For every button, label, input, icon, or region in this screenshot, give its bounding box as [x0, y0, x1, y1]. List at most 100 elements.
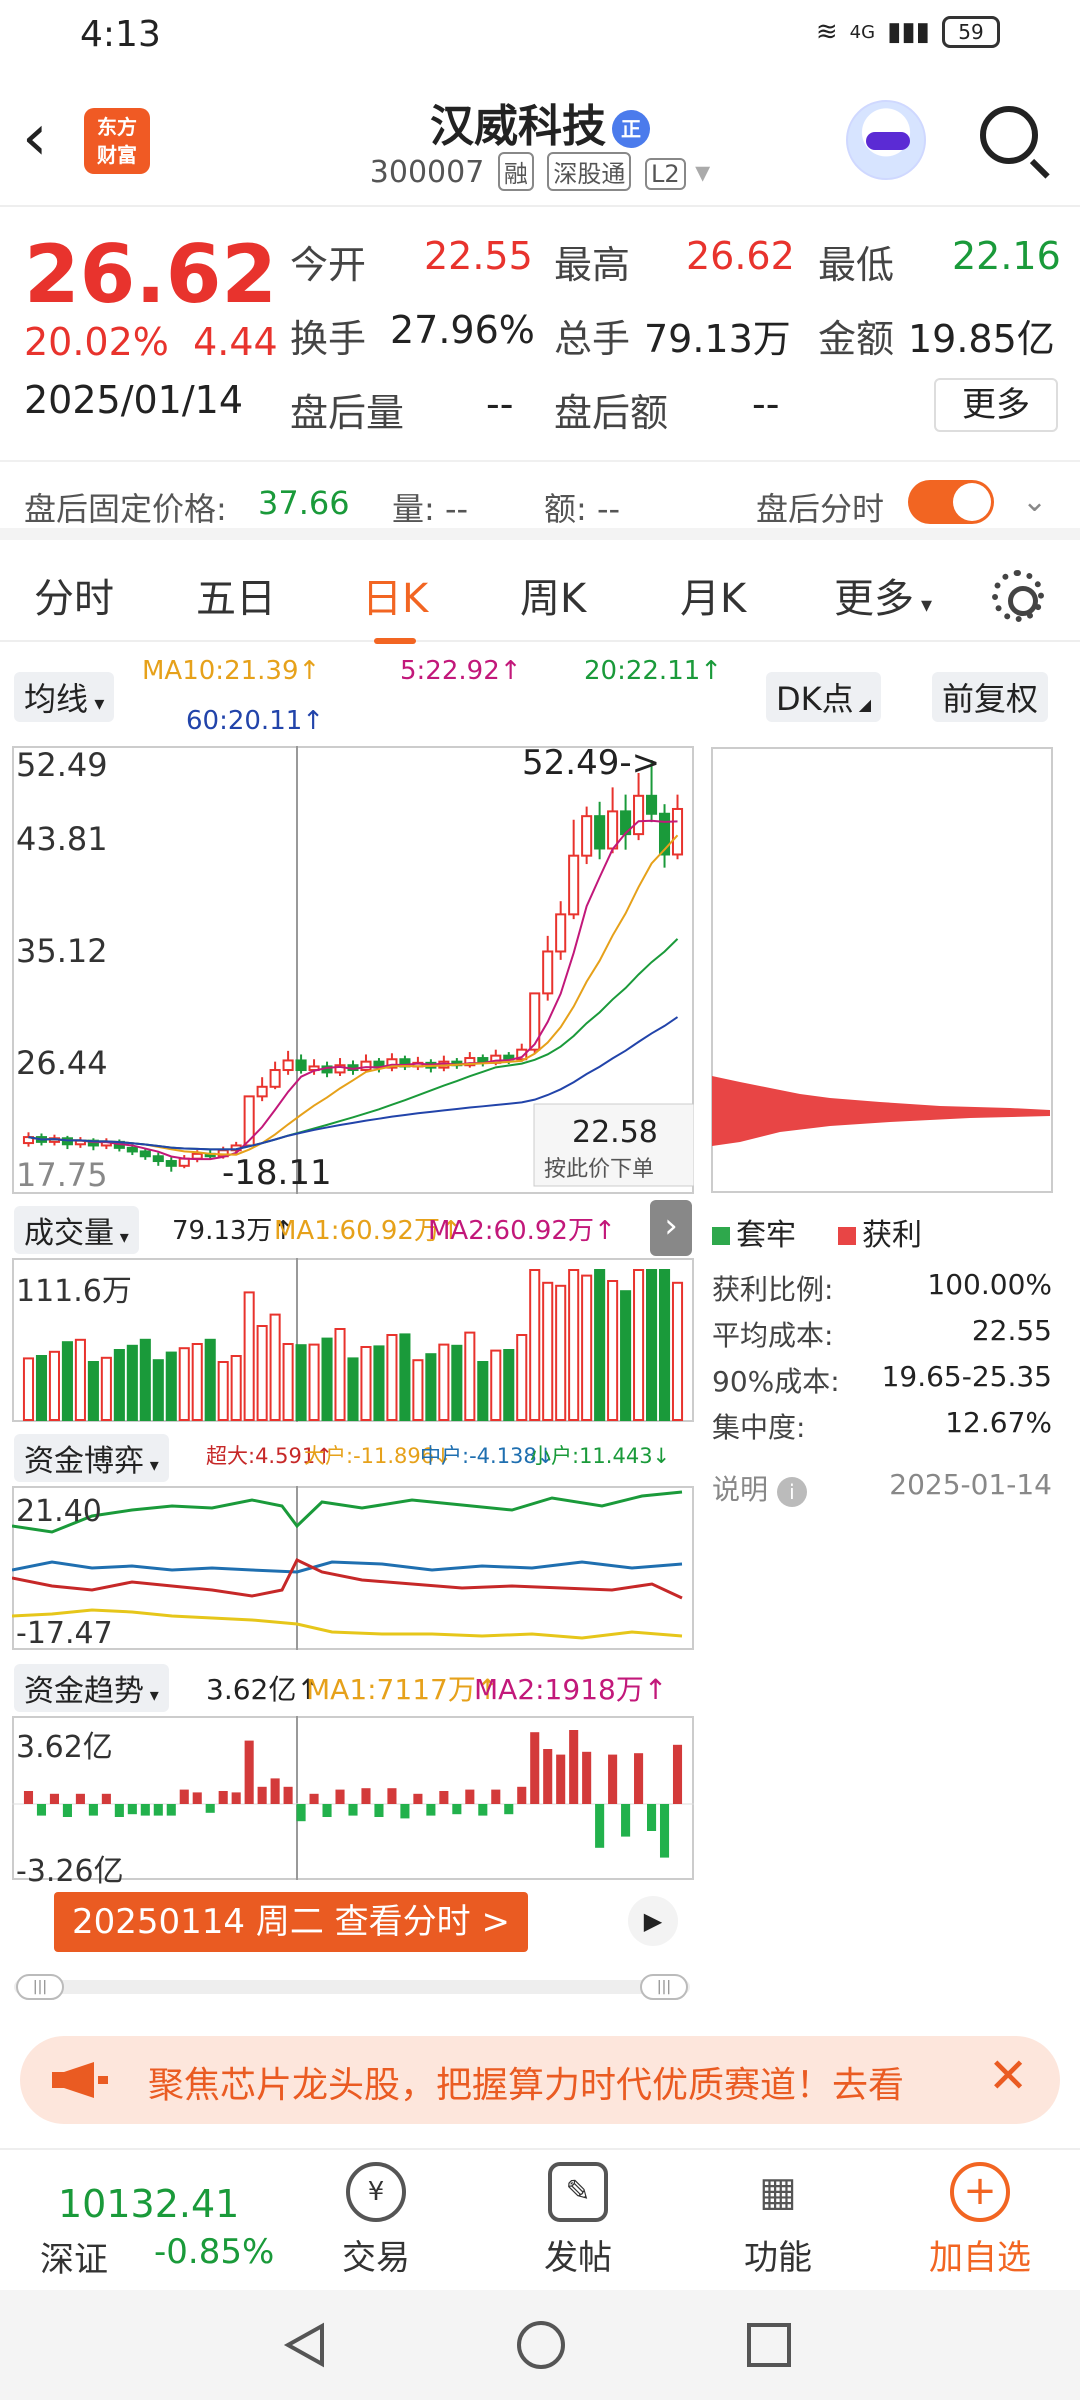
ah-timeshare-toggle[interactable] [908, 480, 994, 524]
tag-connect: 深股通 [547, 152, 632, 191]
network-label: 4G [849, 21, 876, 43]
trend-bar [62, 1804, 72, 1817]
trend-bar [478, 1804, 488, 1816]
capital-game-select[interactable]: 资金博弈 ▾ [14, 1434, 169, 1482]
close-icon[interactable]: ✕ [988, 2048, 1028, 2104]
quote-date: 2025/01/14 [24, 378, 244, 422]
volume-bar [217, 1361, 229, 1421]
volume-select[interactable]: 成交量 ▾ [14, 1206, 139, 1254]
index-value[interactable]: 10132.41 [58, 2182, 239, 2226]
chip-90-cost-value: 19.65-25.35 [881, 1360, 1052, 1393]
volume-bar [607, 1280, 619, 1421]
add-watchlist-button[interactable]: + 加自选 [920, 2162, 1040, 2279]
volume-bar [412, 1359, 424, 1421]
post-button[interactable]: ✎ 发帖 [528, 2162, 628, 2279]
after-hours-strip: 盘后固定价格: 37.66 量: -- 额: -- 盘后分时 ⌄ [0, 460, 1080, 540]
candle-body [529, 992, 541, 1051]
trend-bar [647, 1804, 657, 1831]
capital-game-chart[interactable] [12, 1486, 694, 1650]
trend-bar [114, 1804, 124, 1817]
expand-arrow-icon[interactable]: › [650, 1200, 692, 1256]
tab-five-day[interactable]: 五日 [196, 566, 276, 624]
trade-button[interactable]: ¥ 交易 [326, 2162, 426, 2279]
index-change[interactable]: -0.85% [154, 2232, 274, 2272]
tab-daily-k[interactable]: 日K [362, 566, 428, 644]
volume-bar [178, 1347, 190, 1421]
tab-monthly-k[interactable]: 月K [680, 566, 746, 624]
capital-trend-select[interactable]: 资金趋势 ▾ [14, 1664, 169, 1712]
adjust-button[interactable]: 前复权 [932, 672, 1049, 722]
chevron-down-icon[interactable]: ⌄ [1022, 484, 1047, 519]
trend-bar [543, 1749, 553, 1804]
high-value: 26.62 [686, 234, 795, 278]
banner-text: 聚焦芯片龙头股，把握算力时代优质赛道！去看 [148, 2065, 905, 2106]
range-handle-right[interactable]: ||| [640, 1974, 688, 2000]
more-button[interactable]: 更多 [934, 378, 1058, 432]
nav-back-icon[interactable] [280, 2320, 330, 2370]
trend-bar [595, 1804, 605, 1848]
open-field: 今开 [290, 243, 367, 287]
candle-body [256, 1085, 268, 1098]
trend-bar [426, 1804, 436, 1816]
volume-bar [425, 1353, 437, 1421]
trend-bar [465, 1789, 475, 1804]
trend-bar [231, 1792, 241, 1804]
chip-note[interactable]: 说明 i [712, 1468, 807, 1508]
ma20-legend: 20:22.11↑ [584, 656, 723, 686]
volume-bar [126, 1344, 138, 1421]
trend-bar [75, 1793, 85, 1804]
max-price-callout: 52.49-> [522, 746, 660, 783]
dropdown-icon: ▾ [695, 155, 711, 190]
trend-bar [569, 1730, 579, 1804]
trend-bar [166, 1804, 176, 1816]
grid-icon: ▦ [759, 2169, 797, 2215]
robot-assistant-icon[interactable] [846, 100, 926, 180]
price-tip[interactable]: 22.58 按此价下单 [533, 1103, 694, 1187]
index-name[interactable]: 深证 [40, 2232, 108, 2281]
function-button[interactable]: ▦ 功能 [728, 2162, 828, 2279]
volume-bar [269, 1313, 281, 1421]
svg-text:按此价下单: 按此价下单 [544, 1157, 654, 1182]
date-tip-button[interactable]: 20250114 周二 查看分时 > [54, 1892, 528, 1952]
status-icons: ≋ 4G ▮▮▮ 59 [816, 16, 1000, 48]
nav-home-icon[interactable] [514, 2318, 568, 2372]
trend-bar [452, 1804, 462, 1815]
dk-point-button[interactable]: DK点 ◢ [766, 672, 882, 722]
promo-banner[interactable]: 聚焦芯片龙头股，把握算力时代优质赛道！去看 ✕ [20, 2036, 1060, 2124]
volume-bar [256, 1325, 268, 1421]
ah-volume-value: -- [486, 382, 514, 426]
chip-90-cost-label: 90%成本: [712, 1365, 840, 1398]
tab-timeshare[interactable]: 分时 [34, 566, 114, 624]
volume-bar [204, 1338, 216, 1421]
volume-bar [542, 1281, 554, 1421]
volume-bar [529, 1269, 541, 1421]
volume-bar [646, 1269, 658, 1421]
gear-icon[interactable] [992, 570, 1044, 622]
volume-bar [308, 1343, 320, 1421]
ah-volume-field: 盘后量 [290, 391, 405, 435]
play-icon[interactable]: ▶ [628, 1896, 678, 1946]
trend-bar [374, 1804, 384, 1817]
volume-bar [490, 1349, 502, 1421]
chip-distribution-chart[interactable] [710, 746, 1054, 1194]
ah-timeshare-label: 盘后分时 [756, 490, 885, 528]
fixed-price-label: 盘后固定价格: [24, 490, 227, 528]
tab-more[interactable]: 更多 ▾ [834, 566, 932, 624]
volume-bar [620, 1290, 632, 1422]
indicator-select[interactable]: 均线 ▾ [14, 672, 115, 722]
search-icon[interactable] [980, 106, 1038, 164]
volume-bar [152, 1359, 164, 1421]
stock-code: 300007 [369, 155, 485, 190]
kline-chart[interactable]: 52.49-> -18.11 22.58 按此价下单 [12, 746, 694, 1194]
range-slider-track[interactable] [14, 1980, 690, 1994]
tab-weekly-k[interactable]: 周K [520, 566, 586, 624]
volume-bar [671, 1281, 684, 1421]
candle-body [139, 1150, 151, 1158]
turnover-field: 换手 [290, 317, 367, 361]
trend-bar [127, 1804, 137, 1815]
capital-trend-ma1: MA1:7117万↑ [306, 1673, 500, 1706]
range-handle-left[interactable]: ||| [16, 1974, 64, 2000]
nav-recents-icon[interactable] [744, 2320, 794, 2370]
y-label-top: 52.49 [16, 746, 108, 784]
volume-bar [503, 1349, 515, 1421]
